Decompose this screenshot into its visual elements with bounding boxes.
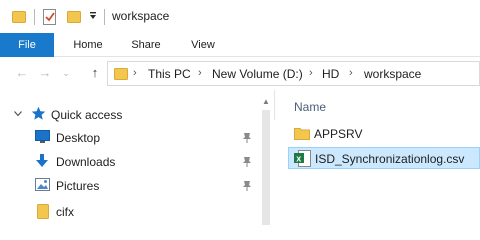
toolbar-divider xyxy=(34,9,35,25)
window-title: workspace xyxy=(112,9,170,23)
star-icon xyxy=(31,106,46,121)
nav-item-cifx[interactable]: cifx xyxy=(0,200,258,224)
breadcrumb-hd[interactable]: HD xyxy=(322,67,339,81)
column-divider xyxy=(274,90,275,120)
file-name: APPSRV xyxy=(314,127,363,141)
folder-icon[interactable] xyxy=(12,9,26,23)
customize-dropdown-icon[interactable] xyxy=(88,11,98,21)
scroll-up-arrow-icon[interactable]: ▲ xyxy=(262,97,270,106)
tab-share[interactable]: Share xyxy=(120,33,172,57)
breadcrumb-separator-icon[interactable]: › xyxy=(198,67,202,79)
nav-pane-scrollbar[interactable]: ▲ xyxy=(258,90,274,225)
ribbon-tabs: File Home Share View xyxy=(0,33,480,57)
address-bar[interactable]: › This PC › New Volume (D:) › HD › works… xyxy=(107,61,480,86)
navigation-pane: Quick access Desktop Downloads Pictures xyxy=(0,90,274,225)
file-name: ISD_Synchronizationlog.csv xyxy=(315,152,465,166)
nav-item-pictures[interactable]: Pictures xyxy=(0,174,258,198)
breadcrumb-new-volume[interactable]: New Volume (D:) xyxy=(212,67,303,81)
file-list-pane: Name APPSRV x ISD_Synchronizationlog.csv xyxy=(274,90,480,225)
breadcrumb-this-pc[interactable]: This PC xyxy=(148,67,191,81)
file-row-appsrv[interactable]: APPSRV xyxy=(288,123,480,145)
svg-text:x: x xyxy=(296,153,301,163)
file-row-isd-synchronizationlog[interactable]: x ISD_Synchronizationlog.csv xyxy=(288,147,480,169)
nav-item-label: Pictures xyxy=(56,179,100,193)
pin-icon[interactable] xyxy=(242,156,252,168)
pictures-icon xyxy=(35,178,50,191)
folder-icon xyxy=(294,126,310,140)
tab-view[interactable]: View xyxy=(178,33,228,57)
nav-item-desktop[interactable]: Desktop xyxy=(0,126,258,150)
column-header-name[interactable]: Name xyxy=(294,100,326,114)
forward-arrow-icon[interactable]: → xyxy=(37,65,53,81)
breadcrumb-separator-icon[interactable]: › xyxy=(133,67,137,79)
folder-icon xyxy=(114,66,128,80)
nav-item-downloads[interactable]: Downloads xyxy=(0,150,258,174)
toolbar-divider xyxy=(104,9,105,25)
properties-check-icon[interactable] xyxy=(43,9,57,25)
tab-file[interactable]: File xyxy=(0,33,54,57)
desktop-icon xyxy=(35,130,50,144)
nav-item-label: Quick access xyxy=(51,108,123,122)
download-icon xyxy=(35,154,49,169)
nav-item-quick-access[interactable]: Quick access xyxy=(0,103,258,127)
up-arrow-icon[interactable]: ↑ xyxy=(87,65,103,81)
navigation-toolbar: ← → ⌄ ↑ › This PC › New Volume (D:) › HD… xyxy=(0,57,480,90)
back-arrow-icon[interactable]: ← xyxy=(14,65,30,81)
nav-item-label: cifx xyxy=(56,205,74,219)
chevron-down-icon[interactable] xyxy=(14,111,22,117)
nav-item-label: Downloads xyxy=(56,155,116,169)
recent-locations-chevron-icon[interactable]: ⌄ xyxy=(58,65,74,81)
folder-icon xyxy=(37,204,49,219)
breadcrumb-separator-icon[interactable]: › xyxy=(309,67,313,79)
excel-csv-icon: x xyxy=(294,150,311,167)
nav-item-label: Desktop xyxy=(56,131,101,145)
pin-icon[interactable] xyxy=(242,180,252,192)
new-folder-icon[interactable] xyxy=(67,9,81,23)
pin-icon[interactable] xyxy=(242,132,252,144)
breadcrumb-separator-icon[interactable]: › xyxy=(349,67,353,79)
tab-home[interactable]: Home xyxy=(62,33,114,57)
breadcrumb-workspace[interactable]: workspace xyxy=(364,67,421,81)
scrollbar-thumb[interactable] xyxy=(262,110,270,225)
title-bar: workspace xyxy=(0,0,480,33)
